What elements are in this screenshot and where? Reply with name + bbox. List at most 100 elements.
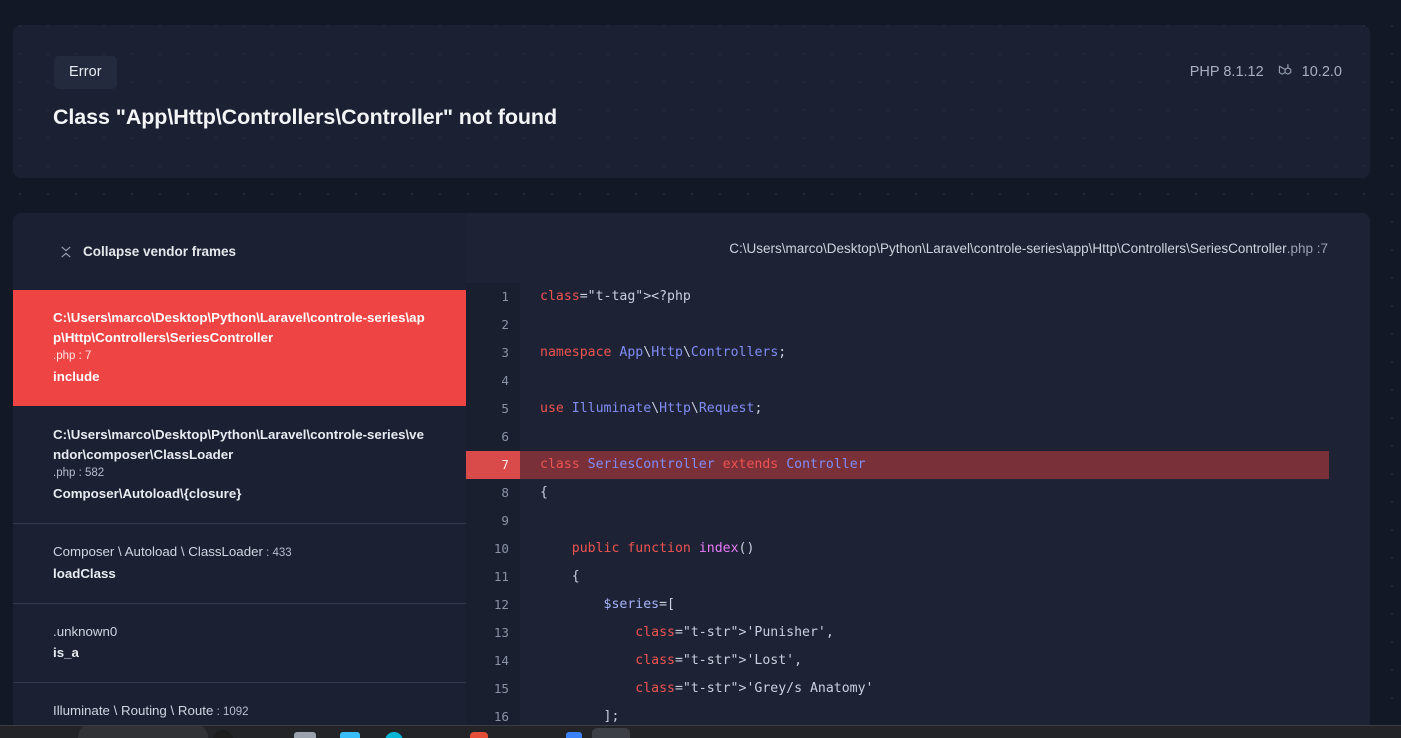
code-line-number: 15 xyxy=(466,675,520,703)
code-line-1: 1 class="t-tag"><?php xyxy=(466,283,1370,311)
frame-location: .php : 7 xyxy=(53,350,92,363)
frame-method: Composer\Autoload\{closure} xyxy=(53,485,242,501)
code-line-number: 7 xyxy=(466,451,520,479)
frame-location: .php : 582 xyxy=(53,467,105,480)
code-line-source xyxy=(520,367,1370,395)
frame-path: .unknown0 xyxy=(53,623,118,639)
code-line-source xyxy=(520,311,1370,339)
frame-line-number: 1092 xyxy=(222,706,249,719)
code-line-source: class="t-str">'Punisher', xyxy=(635,625,834,640)
taskbar-icon-6[interactable] xyxy=(566,732,582,738)
code-line-5: 5 use Illuminate\Http\Request; xyxy=(466,395,1370,423)
code-line-14: 14 class="t-str">'Lost', xyxy=(466,647,1370,675)
code-line-8: 8{ xyxy=(466,479,1370,507)
code-line-source xyxy=(520,507,1370,535)
taskbar-icon-1[interactable] xyxy=(213,730,233,738)
code-line-16: 16 ]; xyxy=(466,703,1370,725)
stack-frame-3[interactable]: .unknown0 is_a xyxy=(13,602,466,682)
code-line-number: 11 xyxy=(466,563,520,591)
php-version: PHP 8.1.12 xyxy=(1190,64,1264,80)
code-line-source: { xyxy=(540,569,580,584)
laravel-version-label: 10.2.0 xyxy=(1301,63,1342,80)
laravel-logo-icon xyxy=(1278,63,1295,80)
code-line-number: 8 xyxy=(466,479,520,507)
frame-extension: .php xyxy=(53,467,76,480)
code-line-7: 7 class SeriesController extends Controll… xyxy=(466,451,1370,479)
code-line-source xyxy=(520,423,1370,451)
code-line-2: 2 xyxy=(466,311,1370,339)
code-line-10: 10 public function index() xyxy=(466,535,1370,563)
code-file-line: 7 xyxy=(1320,240,1328,256)
code-file-extension: .php xyxy=(1286,240,1313,256)
stack-frame-1[interactable]: C:\Users\marco\Desktop\Python\Laravel\co… xyxy=(13,406,466,523)
frame-line-number: 7 xyxy=(84,350,92,363)
code-line-number: 2 xyxy=(466,311,520,339)
error-header-card: Error PHP 8.1.12 10.2.0 Class "App\Http\… xyxy=(13,25,1370,178)
taskbar-icon-5[interactable] xyxy=(470,732,488,738)
frame-path: C:\Users\marco\Desktop\Python\Laravel\co… xyxy=(53,427,424,463)
code-line-source: public function index() xyxy=(571,541,755,556)
php-version-label: PHP 8.1.12 xyxy=(1189,63,1264,80)
page-title: Class "App\Http\Controllers\Controller" … xyxy=(53,105,557,129)
frame-method: is_a xyxy=(53,645,79,661)
code-line-number: 1 xyxy=(466,283,520,311)
code-line-3: 3 namespace App\Http\Controllers; xyxy=(466,339,1370,367)
code-line-6: 6 xyxy=(466,423,1370,451)
code-line-number: 12 xyxy=(466,591,520,619)
laravel-version: 10.2.0 xyxy=(1278,63,1342,80)
stack-frame-0[interactable]: C:\Users\marco\Desktop\Python\Laravel\co… xyxy=(13,290,466,407)
code-line-number: 16 xyxy=(466,703,520,725)
code-file-path: C:\Users\marco\Desktop\Python\Laravel\co… xyxy=(729,240,1287,256)
code-line-15: 15 class="t-str">'Grey/s Anatomy' xyxy=(466,675,1370,703)
collapse-vendor-frames-button[interactable]: Collapse vendor frames xyxy=(60,244,236,259)
code-line-source: class SeriesController extends Controlle… xyxy=(520,451,1329,479)
taskbar-icon-4[interactable] xyxy=(385,732,403,738)
stack-frame-4[interactable]: Illuminate \ Routing \ Route : 1092 cont… xyxy=(13,682,466,725)
collapse-bar: Collapse vendor frames xyxy=(13,213,466,290)
code-line-source: namespace App\Http\Controllers; xyxy=(540,345,787,360)
taskbar-search-pill[interactable] xyxy=(78,726,208,738)
collapse-vendor-frames-label: Collapse vendor frames xyxy=(83,244,237,259)
code-panel: C:\Users\marco\Desktop\Python\Laravel\co… xyxy=(466,213,1370,725)
code-line-number: 3 xyxy=(466,339,520,367)
code-file-breadcrumb: C:\Users\marco\Desktop\Python\Laravel\co… xyxy=(729,240,1328,256)
frame-method: loadClass xyxy=(53,565,116,581)
code-line-source: class="t-tag"><?php xyxy=(540,289,691,304)
code-line-13: 13 class="t-str">'Punisher', xyxy=(466,619,1370,647)
code-line-source: class="t-str">'Lost', xyxy=(635,653,803,668)
code-line-number: 14 xyxy=(466,647,520,675)
frame-path: Illuminate \ Routing \ Route xyxy=(53,703,214,719)
code-line-source: $series=[ xyxy=(603,597,675,612)
code-line-source: use Illuminate\Http\Request; xyxy=(540,401,763,416)
code-line-number: 9 xyxy=(466,507,520,535)
frame-path: Composer \ Autoload \ ClassLoader xyxy=(53,544,263,560)
version-info: PHP 8.1.12 10.2.0 xyxy=(1190,63,1342,80)
taskbar-icon-3[interactable] xyxy=(340,732,360,738)
code-line-number: 4 xyxy=(466,367,520,395)
frame-location: Illuminate \ Routing \ Route : 1092 xyxy=(53,703,249,719)
code-line-number: 5 xyxy=(466,395,520,423)
collapse-vertical-icon xyxy=(60,246,72,258)
frames-panel: Collapse vendor frames C:\Users\marco\De… xyxy=(13,213,466,725)
code-line-source: class="t-str">'Grey/s Anatomy' xyxy=(635,681,874,696)
frame-extension: .php xyxy=(53,350,76,363)
code-line-9: 9 xyxy=(466,507,1370,535)
frame-line-number: 582 xyxy=(84,467,105,480)
frame-location: Composer \ Autoload \ ClassLoader : 433 xyxy=(53,544,292,560)
stacktrace-card: Collapse vendor frames C:\Users\marco\De… xyxy=(13,213,1370,725)
frames-list: C:\Users\marco\Desktop\Python\Laravel\co… xyxy=(13,290,466,725)
code-line-source: { xyxy=(540,485,548,500)
code-line-number: 10 xyxy=(466,535,520,563)
taskbar-icon-7[interactable] xyxy=(592,728,630,738)
frame-method: include xyxy=(53,368,100,384)
code-line-11: 11 { xyxy=(466,563,1370,591)
code-viewer[interactable]: 1 class="t-tag"><?php 2 3 namespace App\Http… xyxy=(466,283,1370,725)
taskbar-icon-2[interactable] xyxy=(294,732,316,738)
code-line-12: 12 $series=[ xyxy=(466,591,1370,619)
status-badge: Error xyxy=(54,56,117,89)
frame-line-number: 433 xyxy=(272,547,292,560)
frame-path: C:\Users\marco\Desktop\Python\Laravel\co… xyxy=(53,310,425,346)
windows-taskbar[interactable] xyxy=(0,725,1401,738)
code-line-source: ]; xyxy=(540,709,620,724)
stack-frame-2[interactable]: Composer \ Autoload \ ClassLoader : 433 … xyxy=(13,523,466,603)
